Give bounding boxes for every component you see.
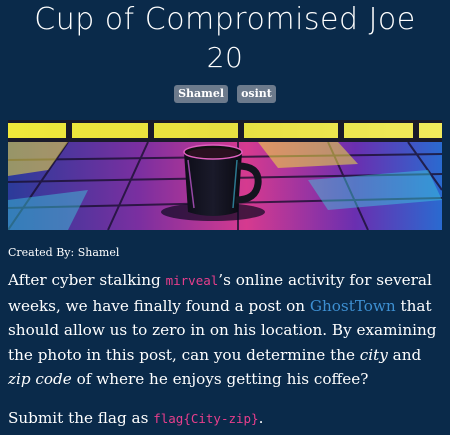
banner-image — [8, 120, 442, 230]
tag-author[interactable]: Shamel — [174, 85, 228, 103]
tag-category[interactable]: osint — [237, 85, 276, 103]
description-text-1: After cyber stalking — [8, 271, 166, 289]
challenge-title: Cup of Compromised Joe 20 — [0, 0, 450, 76]
ghosttown-link[interactable]: GhostTown — [310, 297, 396, 315]
description-text-4: and — [387, 345, 422, 364]
challenge-title-line1: Cup of Compromised Joe — [34, 2, 416, 37]
flag-format-code: flag{City-zip} — [153, 411, 259, 426]
challenge-points: 20 — [206, 41, 244, 74]
challenge-card: Cup of Compromised Joe 20 Shamel osint C… — [0, 0, 450, 435]
tag-list: Shamel osint — [0, 82, 450, 103]
emphasis-zip: zip code — [8, 370, 72, 388]
username-code: mirveal — [165, 273, 219, 288]
submit-instructions: Submit the flag as flag{City-zip}. — [8, 406, 263, 431]
submit-period: . — [258, 409, 264, 427]
challenge-description: After cyber stalking mirveal’s online ac… — [8, 268, 446, 392]
description-text-5: of where he enjoys getting his coffee? — [71, 370, 369, 388]
author-credit: Created By: Shamel — [8, 246, 120, 259]
submit-text: Submit the flag as — [8, 409, 154, 427]
emphasis-city: city — [359, 345, 388, 364]
